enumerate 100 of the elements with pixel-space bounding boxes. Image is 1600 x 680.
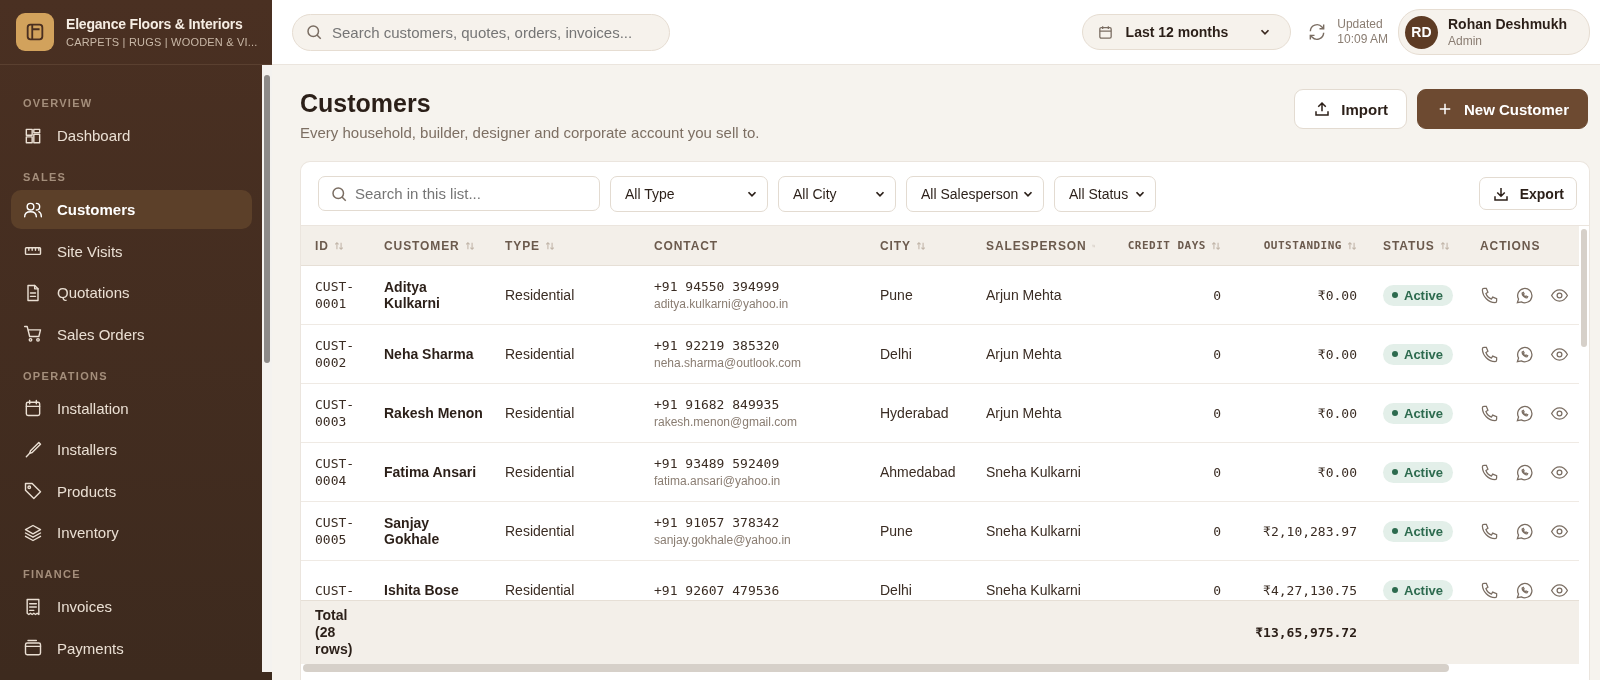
- user-menu[interactable]: RD Rohan Deshmukh Admin: [1398, 9, 1590, 55]
- table-cell-text: CUST-0002: [314, 337, 356, 372]
- phone-icon[interactable]: [1480, 521, 1499, 541]
- column-header[interactable]: STATUS: [1369, 226, 1466, 265]
- table-cell-text: ₹2,10,283.97: [1262, 522, 1358, 541]
- brand-name: Elegance Floors & Interiors: [66, 16, 244, 32]
- phone-icon[interactable]: [1480, 285, 1499, 305]
- new-button[interactable]: New Customer: [1416, 89, 1588, 129]
- export-button[interactable]: Export: [1478, 177, 1577, 210]
- logo-icon: [16, 13, 54, 51]
- table-cell-text: Residential: [504, 286, 576, 305]
- column-header[interactable]: ACTIONS: [1466, 226, 1579, 265]
- table-cell-text: Residential: [504, 463, 576, 482]
- phone-icon[interactable]: [1480, 344, 1499, 364]
- total-outstanding: ₹13,65,975.72: [1254, 624, 1358, 642]
- table-cell-text: Aditya Kulkarni: [383, 278, 441, 313]
- table-cell-text: Sneha Kulkarni: [985, 463, 1082, 482]
- table-cell-text: Pune: [879, 286, 914, 305]
- phone-icon[interactable]: [1480, 462, 1499, 482]
- nav-item[interactable]: Installation: [11, 388, 252, 428]
- filter-dropdown[interactable]: All City: [778, 175, 896, 212]
- chat-icon[interactable]: [1515, 462, 1534, 482]
- calendar-icon: [23, 398, 43, 418]
- updated-time: 10:09 AM: [1337, 32, 1388, 47]
- table-cell-text: ₹0.00: [1316, 286, 1358, 305]
- updated-label: Updated: [1337, 17, 1384, 32]
- page-title: Customers: [300, 89, 432, 118]
- chat-icon[interactable]: [1515, 580, 1534, 600]
- table-cell-text: Sneha Kulkarni: [985, 581, 1082, 600]
- email-address: fatima.ansari@yahoo.in: [654, 474, 781, 488]
- table-cell-text: 0: [1212, 463, 1222, 482]
- nav-item[interactable]: Site Visits: [11, 231, 252, 271]
- phone-number: +91 92219 385320: [654, 338, 780, 353]
- list-search-field[interactable]: Search in this list...: [318, 176, 600, 211]
- table-cell-text: ₹0.00: [1316, 463, 1358, 482]
- brand-tagline: CARPETS | RUGS | WOODEN & VI...: [66, 36, 258, 48]
- nav-section-title: SALES: [22, 170, 68, 185]
- table-cell-text: Fatima Ansari: [383, 463, 478, 482]
- user-name: Rohan Deshmukh: [1448, 16, 1567, 32]
- column-header[interactable]: CUSTOMER: [370, 226, 491, 265]
- table-cell-text: ₹0.00: [1316, 345, 1358, 364]
- total-label: Total (28 rows): [314, 606, 354, 659]
- chat-icon[interactable]: [1515, 521, 1534, 541]
- receipt-icon: [23, 596, 43, 617]
- column-header[interactable]: CITY: [866, 226, 972, 265]
- column-header[interactable]: OUTSTANDING: [1233, 226, 1369, 265]
- period-dropdown[interactable]: Last 12 months: [1081, 14, 1292, 50]
- upload-icon: [1313, 100, 1332, 118]
- status-badge: Active: [1383, 343, 1454, 365]
- table-cell-text: 0: [1212, 286, 1222, 305]
- column-header[interactable]: ID: [301, 226, 370, 265]
- nav-item[interactable]: Installers: [11, 430, 252, 469]
- nav-item[interactable]: Customers: [11, 190, 252, 229]
- phone-number: +91 91682 849935: [654, 397, 780, 412]
- table-cell-text: Arjun Mehta: [985, 404, 1063, 423]
- chat-icon[interactable]: [1515, 344, 1534, 364]
- table-cell-text: Arjun Mehta: [985, 286, 1063, 305]
- filter-dropdown[interactable]: All Status: [1054, 175, 1156, 212]
- phone-icon[interactable]: [1480, 580, 1499, 600]
- phone-icon[interactable]: [1480, 403, 1499, 423]
- nav-item[interactable]: Invoices: [11, 587, 252, 626]
- table-cell-text: Neha Sharma: [383, 345, 475, 364]
- column-header[interactable]: CONTACT: [640, 226, 866, 265]
- table-cell-text: CUST-0001: [314, 278, 356, 313]
- email-address: sanjay.gokhale@yahoo.in: [654, 533, 791, 547]
- layers-icon: [23, 522, 43, 543]
- table-cell-text: CUST-0003: [314, 396, 356, 431]
- nav-item[interactable]: Dashboard: [11, 116, 252, 155]
- import-button[interactable]: Import: [1294, 89, 1407, 129]
- table-cell-text: Pune: [879, 522, 914, 541]
- nav-item[interactable]: Inventory: [11, 513, 252, 552]
- table-cell-text: Delhi: [879, 345, 913, 364]
- scrollbar[interactable]: [303, 664, 1449, 672]
- email-address: aditya.kulkarni@yahoo.in: [654, 297, 789, 311]
- phone-number: +91 94550 394999: [654, 279, 780, 294]
- table-cell-text: ₹0.00: [1316, 404, 1358, 423]
- status-badge: Active: [1383, 520, 1454, 542]
- column-header[interactable]: TYPE: [491, 226, 640, 265]
- nav-item[interactable]: Sales Orders: [11, 314, 252, 354]
- column-header[interactable]: CREDIT DAYS: [1095, 226, 1233, 265]
- cart-icon: [23, 324, 43, 344]
- filter-dropdown[interactable]: All Salesperson: [906, 175, 1044, 212]
- table-cell-text: 0: [1212, 581, 1222, 600]
- table-cell-text: Ishita Bose: [383, 581, 460, 600]
- filter-dropdown[interactable]: All Type: [610, 175, 768, 212]
- column-header[interactable]: SALESPERSON: [972, 226, 1095, 265]
- nav-item[interactable]: Quotations: [11, 273, 252, 312]
- status-badge: Active: [1383, 402, 1454, 424]
- wallet-icon: [23, 638, 43, 658]
- chat-icon[interactable]: [1515, 285, 1534, 305]
- table-cell-text: Arjun Mehta: [985, 345, 1063, 364]
- table-cell-text: Residential: [504, 404, 576, 423]
- scrollbar[interactable]: [262, 65, 272, 672]
- nav-item[interactable]: Products: [11, 471, 252, 511]
- search-field[interactable]: Search customers, quotes, orders, invoices...: [292, 13, 670, 51]
- status-badge: Active: [1383, 461, 1454, 483]
- chat-icon[interactable]: [1515, 403, 1534, 423]
- tag-icon: [23, 481, 43, 501]
- nav-item[interactable]: Payments: [11, 628, 252, 668]
- table-cell-text: Sneha Kulkarni: [985, 522, 1082, 541]
